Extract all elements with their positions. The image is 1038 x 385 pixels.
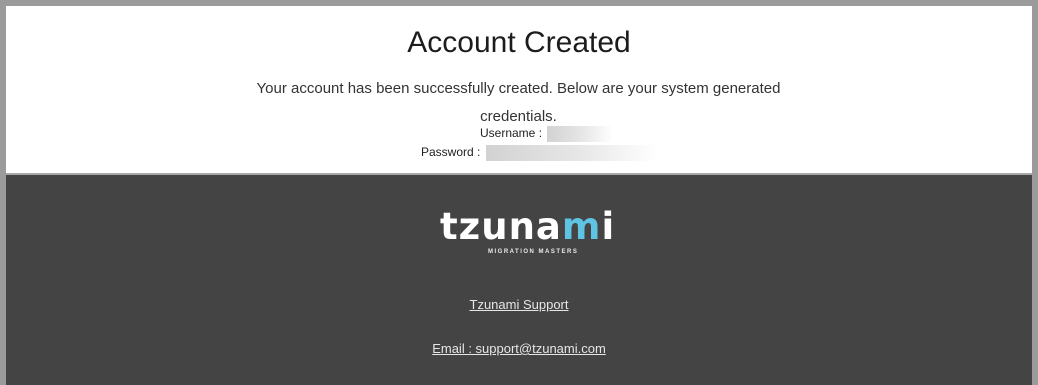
password-value-redacted [485,144,658,161]
success-message: Your account has been successfully creat… [256,80,781,125]
logo-tagline: MIGRATION MASTERS [488,249,579,255]
username-value-redacted [547,125,614,142]
username-label: Username : [480,126,543,140]
tzunami-logo: tzunami MIGRATION MASTERS [440,205,616,261]
support-link[interactable]: Tzunami Support [6,297,1032,312]
password-label: Password : [421,145,481,159]
email-link[interactable]: Email : support@tzunami.com [6,341,1032,356]
footer: tzunami MIGRATION MASTERS Tzunami Suppor… [6,175,1032,385]
logo-wordmark: tzunami [440,205,616,248]
account-created-card: Account Created Your account has been su… [6,6,1032,173]
page-title: Account Created [407,26,631,59]
